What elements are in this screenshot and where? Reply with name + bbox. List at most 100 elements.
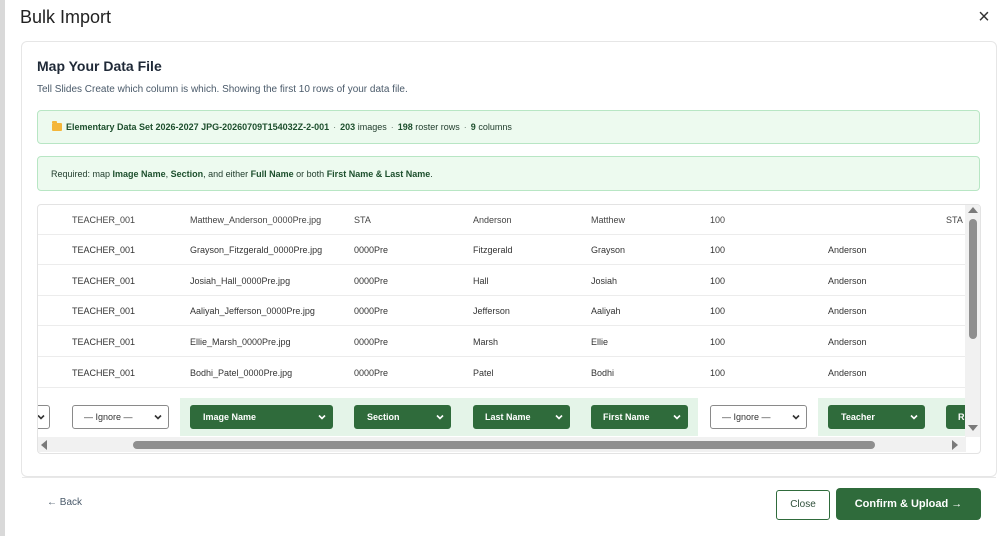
scroll-down-icon[interactable] (968, 425, 978, 431)
chevron-down-icon (38, 413, 45, 421)
chevron-down-icon (436, 413, 444, 421)
table-cell: Aaliyah_Jefferson_0000Pre.jpg (190, 306, 315, 316)
mapping-select-label: R (958, 412, 965, 422)
req-first-last: First Name & Last Name (326, 169, 431, 179)
mapping-select-ignore[interactable]: — Ignore — (72, 405, 169, 429)
close-button[interactable]: Close (776, 490, 830, 520)
mapping-select-section[interactable]: Section (354, 405, 451, 429)
roster-label: roster rows (415, 122, 460, 132)
mapping-select-ignore[interactable]: — Ignore — (710, 405, 807, 429)
requirements-banner: Required: map Image Name, Section, and e… (37, 156, 980, 191)
table-cell: Josiah (591, 276, 618, 286)
close-icon[interactable]: × (973, 6, 995, 28)
mapping-select-label: Last Name (485, 412, 531, 422)
card-title: Map Your Data File (37, 58, 162, 74)
mapping-select-label: — Ignore — (84, 412, 133, 422)
table-cell: TEACHER_001 (72, 276, 136, 286)
mapping-select-image-name[interactable]: Image Name (190, 405, 333, 429)
data-preview-table: TEACHER_001 Matthew_Anderson_0000Pre.jpg… (37, 204, 981, 454)
chevron-down-icon (318, 413, 326, 421)
folder-icon (52, 121, 62, 131)
table-cell: Fitzgerald (473, 245, 513, 255)
table-cell: TEACHER_001 (72, 245, 136, 255)
table-cell: Bodhi (591, 368, 615, 378)
mapping-select-last-name[interactable]: Last Name (473, 405, 570, 429)
table-cell: 100 (710, 276, 726, 286)
mapping-select-teacher[interactable]: Teacher (828, 405, 925, 429)
table-cell: Grayson (591, 245, 626, 255)
confirm-upload-button[interactable]: Confirm & Upload → (836, 488, 981, 520)
table-cell: Anderson (828, 337, 867, 347)
columns-label: columns (478, 122, 512, 132)
table-cell: Anderson (473, 215, 512, 225)
back-link[interactable]: ← Back (47, 497, 82, 508)
table-row: TEACHER_001 Josiah_Hall_0000Pre.jpg 0000… (38, 266, 966, 296)
table-cell: TEACHER_001 (72, 368, 136, 378)
modal-title: Bulk Import (20, 7, 112, 27)
separator: · (390, 122, 394, 132)
roster-count: 198 (397, 122, 413, 132)
req-full-name: Full Name (250, 169, 294, 179)
req-or-both: or both (293, 169, 327, 179)
table-cell: 0000Pre (354, 276, 389, 286)
table-cell: 0000Pre (354, 368, 389, 378)
modal-header: Bulk Import × (5, 0, 999, 40)
dataset-name: Elementary Data Set 2026-2027 JPG-202607… (66, 122, 330, 132)
chevron-down-icon (154, 413, 162, 421)
table-cell: TEACHER_001 (72, 215, 136, 225)
horizontal-scroll-thumb[interactable] (133, 441, 875, 449)
table-cell: Bodhi_Patel_0000Pre.jpg (190, 368, 293, 378)
table-cell: Josiah_Hall_0000Pre.jpg (190, 276, 291, 286)
mapping-select-label: Section (367, 412, 400, 422)
table-cell: Ellie (591, 337, 609, 347)
table-cell: TEACHER_001 (72, 306, 136, 316)
req-section: Section (170, 169, 204, 179)
table-cell: Anderson (828, 306, 867, 316)
table-cell: Matthew_Anderson_0000Pre.jpg (190, 215, 322, 225)
table-cell: 0000Pre (354, 306, 389, 316)
chevron-down-icon (555, 413, 563, 421)
card-subtitle: Tell Slides Create which column is which… (37, 84, 408, 95)
table-cell: Anderson (828, 276, 867, 286)
table-cell: STA (354, 215, 371, 225)
table-row: TEACHER_001 Ellie_Marsh_0000Pre.jpg 0000… (38, 327, 966, 357)
chevron-down-icon (910, 413, 918, 421)
images-count: 203 (340, 122, 356, 132)
req-prefix: Required: map (51, 169, 113, 179)
scroll-right-icon[interactable] (952, 440, 958, 450)
images-label: images (357, 122, 387, 132)
table-cell: 0000Pre (354, 337, 389, 347)
table-cell: Ellie_Marsh_0000Pre.jpg (190, 337, 291, 347)
table-cell: Jefferson (473, 306, 510, 316)
table-row: TEACHER_001 Grayson_Fitzgerald_0000Pre.j… (38, 235, 966, 265)
table-row: TEACHER_001 Bodhi_Patel_0000Pre.jpg 0000… (38, 358, 966, 388)
table-cell: 100 (710, 368, 726, 378)
table-cell: Grayson_Fitzgerald_0000Pre.jpg (190, 245, 323, 255)
table-row: TEACHER_001 Aaliyah_Jefferson_0000Pre.jp… (38, 296, 966, 326)
table-cell: 0000Pre (354, 245, 389, 255)
mapping-select-label: — Ignore — (722, 412, 771, 422)
req-image-name: Image Name (112, 169, 166, 179)
table-cell: Aaliyah (591, 306, 621, 316)
table-cell: Hall (473, 276, 489, 286)
scroll-left-icon[interactable] (41, 440, 47, 450)
chevron-down-icon (792, 413, 800, 421)
table-cell: TEACHER_001 (72, 337, 136, 347)
scroll-up-icon[interactable] (968, 207, 978, 213)
table-header-row: TEACHER_001 Matthew_Anderson_0000Pre.jpg… (38, 205, 966, 235)
table-cell: STA (946, 215, 963, 225)
horizontal-scrollbar[interactable] (38, 437, 966, 452)
mapping-select-partial[interactable] (38, 405, 50, 429)
table-cell: 100 (710, 306, 726, 316)
table-cell: 100 (710, 337, 726, 347)
table-cell: Anderson (828, 368, 867, 378)
vertical-scroll-thumb[interactable] (969, 219, 977, 339)
map-data-card: Map Your Data File Tell Slides Create wh… (21, 41, 997, 520)
req-suffix: . (430, 169, 433, 179)
dataset-info-banner: Elementary Data Set 2026-2027 JPG-202607… (37, 110, 980, 144)
table-cell: Matthew (591, 215, 626, 225)
mapping-select-label: First Name (603, 412, 650, 422)
vertical-scrollbar[interactable] (965, 205, 980, 437)
table-cell: 100 (710, 215, 726, 225)
mapping-select-first-name[interactable]: First Name (591, 405, 688, 429)
